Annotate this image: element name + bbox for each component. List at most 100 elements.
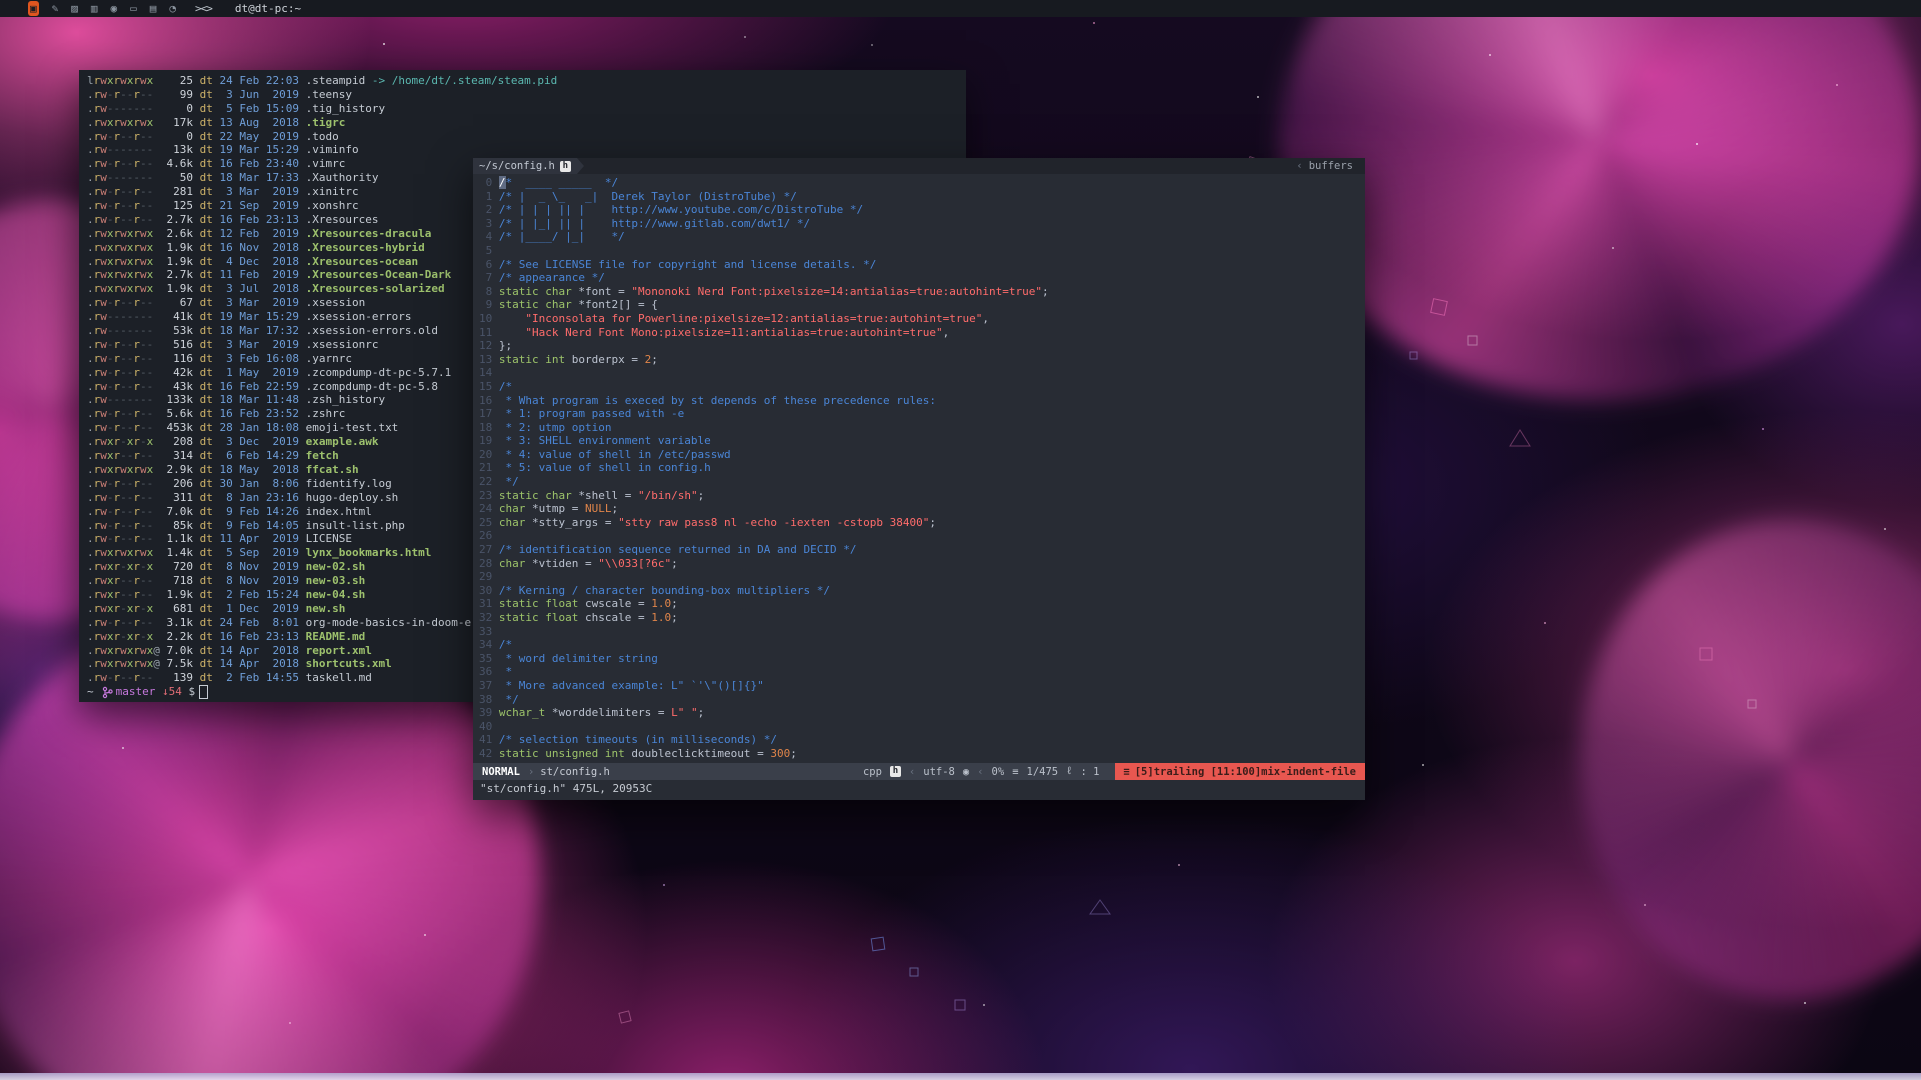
code-line: 3 /* | |_| || | http://www.gitlab.com/dw… [479,217,1365,231]
statusline-filename: st/config.h [540,766,610,778]
file-permissions: .rwxrwxrwx [87,227,160,240]
scroll-percent: 0% [992,766,1005,778]
clock-icon[interactable]: ◔ [169,1,176,16]
edit-icon[interactable]: ✎ [52,1,59,16]
code-line: 15 /* [479,380,1365,394]
file-permissions: .rwxrwxrwx@ [87,657,160,670]
file-permissions: lrwxrwxrwx [87,74,160,87]
file-permissions: .rw-r--r-- [87,477,160,490]
file-permissions: .rw-r--r-- [87,380,160,393]
file-permissions: .rw-r--r-- [87,491,160,504]
file-permissions: .rwxrwxrwx [87,255,160,268]
terminal-cursor [199,685,208,699]
tab-buffers[interactable]: ‹ buffers [1296,158,1365,174]
file-permissions: .rw------- [87,171,160,184]
code-line: 5 [479,244,1365,258]
code-line: 32 static float chscale = 1.0; [479,611,1365,625]
prompt-behind-count: ↓54 [162,685,182,699]
file-permissions: .rwxrwxrwx [87,116,160,129]
code-line: 24 char *utmp = NULL; [479,502,1365,516]
file-permissions: .rw------- [87,143,160,156]
file-permissions: .rw-r--r-- [87,185,160,198]
mode-indicator: NORMAL [473,766,528,778]
diagnostics-text: [5]trailing [11:100]mix-indent-file [1135,766,1356,778]
code-line: 30 /* Kerning / character bounding-box m… [479,584,1365,598]
file-permissions: .rwxrwxrwx [87,463,160,476]
code-line: 20 * 4: value of shell in /etc/passwd [479,448,1365,462]
file-permissions: .rw-r--r-- [87,407,160,420]
file-row: .rw-r--r-- 0 dt 22 May 2019 .todo [87,130,966,144]
editor-window[interactable]: ~/s/config.h h ‹ buffers 0 /* ____ _____… [473,158,1365,800]
statusline-right: cpp h ‹ utf-8 ◉ ‹ 0% ≡ 1/475 ℓ : 1 ≡ [5]… [863,763,1365,780]
file-permissions: .rw-r--r-- [87,421,160,434]
code-line: 36 * [479,665,1365,679]
file-permissions: .rw-r--r-- [87,352,160,365]
tab-config-h[interactable]: ~/s/config.h h [473,158,577,174]
code-line: 37 * More advanced example: L" `'\"()[]{… [479,679,1365,693]
file-permissions: .rw-r--r-- [87,519,160,532]
code-line: 21 * 5: value of shell in config.h [479,461,1365,475]
code-line: 14 [479,366,1365,380]
prompt-space [155,685,162,699]
graphics-icon[interactable]: ▨ [71,1,78,16]
code-line: 11 "Hack Nerd Font Mono:pixelsize=11:ant… [479,326,1365,340]
filetype-icon: h [890,766,901,777]
files-icon[interactable]: ▤ [150,1,157,16]
display-icon[interactable]: ▭ [130,1,137,16]
file-permissions: .rw-r--r-- [87,296,160,309]
file-permissions: .rwxr-xr-x [87,560,160,573]
file-permissions: .rw-r--r-- [87,366,160,379]
code-line: 2 /* | | | || | http://www.youtube.com/c… [479,203,1365,217]
code-line: 23 static char *shell = "/bin/sh"; [479,489,1365,503]
chart-icon[interactable]: ▥ [91,1,98,16]
code-line: 41 /* selection timeouts (in millisecond… [479,733,1365,747]
prompt-symbol: $ [189,685,196,699]
workspace-active-icon[interactable]: ▣ [28,1,39,16]
camera-icon[interactable]: ◉ [111,1,118,16]
file-permissions: .rwxr--r-- [87,588,160,601]
tab-filename: ~/s/config.h [479,160,555,172]
file-permissions: .rw-r--r-- [87,88,160,101]
code-line: 13 static int borderpx = 2; [479,353,1365,367]
chevron-left-icon: ‹ [909,766,915,778]
file-permissions: .rw-r--r-- [87,157,160,170]
file-permissions: .rwxr-xr-x [87,602,160,615]
prompt-cwd: ~ [87,685,94,699]
code-line: 39 wchar_t *worddelimiters = L" "; [479,706,1365,720]
command-line: "st/config.h" 475L, 20953C [473,780,1365,800]
file-permissions: .rw-r--r-- [87,505,160,518]
git-branch-icon [102,686,113,699]
topbar-title: dt@dt-pc:~ [235,2,301,15]
code-line: 12 }; [479,339,1365,353]
file-row: .rw------- 13k dt 19 Mar 15:29 .viminfo [87,143,966,157]
buffers-label: buffers [1309,160,1353,172]
fish-shell-glyph: ><> [195,2,212,15]
code-line: 42 static unsigned int doubleclicktimeou… [479,747,1365,761]
file-permissions: .rw------- [87,310,160,323]
bottom-strip [0,1073,1921,1080]
code-line: 22 */ [479,475,1365,489]
code-line: 18 * 2: utmp option [479,421,1365,435]
file-permissions: .rw-r--r-- [87,338,160,351]
code-line: 9 static char *font2[] = { [479,298,1365,312]
file-permissions: .rwxrwxrwx [87,268,160,281]
code-line: 28 char *vtiden = "\\033[?6c"; [479,557,1365,571]
diagnostics-badge: ≡ [5]trailing [11:100]mix-indent-file [1115,763,1365,780]
chevron-left-icon: ‹ [977,766,983,778]
code-line: 0 /* ____ _____ */ [479,176,1365,190]
file-permissions: .rwxr--r-- [87,449,160,462]
code-line: 10 "Inconsolata for Powerline:pixelsize=… [479,312,1365,326]
code-line: 7 /* appearance */ [479,271,1365,285]
prompt-space [182,685,189,699]
list-icon: ≡ [1123,766,1129,778]
code-line: 1 /* | _ \_ _| Derek Taylor (DistroTube)… [479,190,1365,204]
file-permissions: .rw-r--r-- [87,616,160,629]
code-line: 29 [479,570,1365,584]
code-area[interactable]: 0 /* ____ _____ */ 1 /* | _ \_ _| Derek … [473,174,1365,763]
file-row: .rw------- 0 dt 5 Feb 15:09 .tig_history [87,102,966,116]
file-permissions: .rw------- [87,102,160,115]
list-icon: ≡ [1012,766,1018,778]
code-line: 8 static char *font = "Mononoki Nerd Fon… [479,285,1365,299]
cursor-position: 1/475 [1027,766,1059,778]
encoding-label: utf-8 [923,766,955,778]
